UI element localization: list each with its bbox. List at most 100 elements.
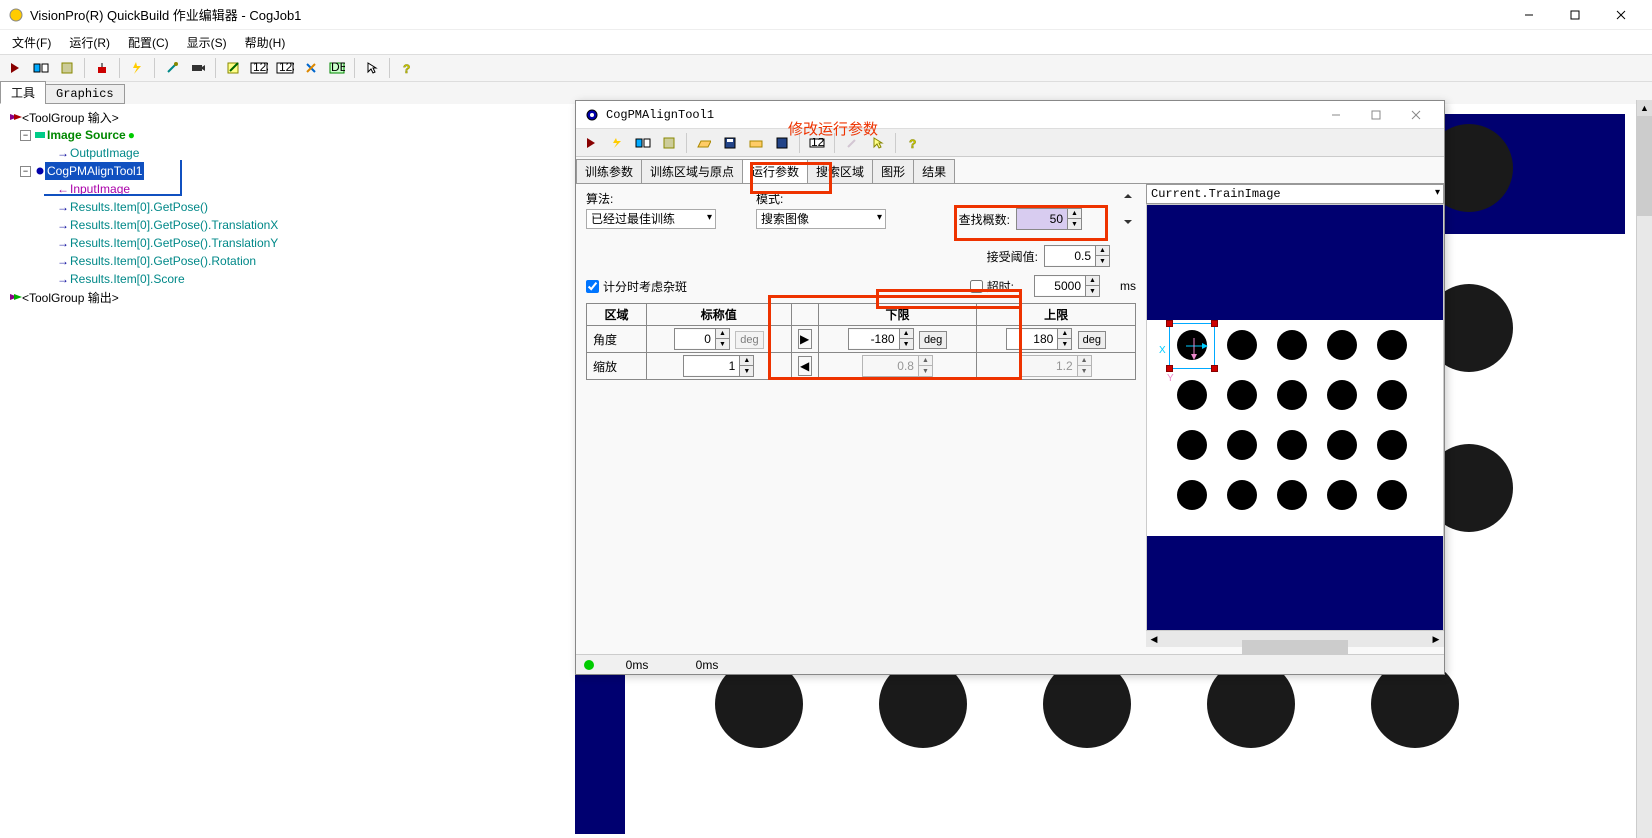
- accept-threshold-label: 接受阈值:: [987, 248, 1038, 265]
- deg-unit[interactable]: deg: [1078, 331, 1106, 349]
- disk-icon[interactable]: [719, 132, 741, 154]
- expand-right-icon[interactable]: ▶: [798, 329, 812, 349]
- tree-output-image[interactable]: → OutputImage: [4, 144, 571, 162]
- pointer-icon[interactable]: [361, 57, 383, 79]
- toggle-icon[interactable]: [30, 57, 52, 79]
- camera-icon[interactable]: [187, 57, 209, 79]
- help-icon[interactable]: ?: [396, 57, 418, 79]
- upper-header: 上限: [977, 304, 1136, 326]
- tree-results-getpose[interactable]: → Results.Item[0].GetPose(): [4, 198, 571, 216]
- algorithm-select[interactable]: 已经过最佳训练: [586, 209, 716, 229]
- scale-lower-input[interactable]: ▲▼: [862, 355, 933, 377]
- edit-icon[interactable]: [222, 57, 244, 79]
- menu-help[interactable]: 帮助(H): [237, 32, 294, 53]
- save-icon[interactable]: [658, 132, 680, 154]
- run-params-form: 算法: 已经过最佳训练 模式: 搜索图像 查找概数: ▲▼: [576, 184, 1146, 647]
- menu-run[interactable]: 运行(R): [61, 32, 118, 53]
- counter-icon[interactable]: 123: [806, 132, 828, 154]
- tab-train-params[interactable]: 训练参数: [576, 159, 642, 183]
- main-scrollbar[interactable]: ▲: [1636, 100, 1652, 838]
- tree-image-source[interactable]: − Image Source ●: [4, 126, 571, 144]
- paint-icon[interactable]: [161, 57, 183, 79]
- db-icon[interactable]: DB6: [326, 57, 348, 79]
- wand-icon[interactable]: [841, 132, 863, 154]
- train-image-canvas[interactable]: X Y: [1146, 204, 1444, 631]
- angle-label: 角度: [587, 326, 647, 353]
- deg-unit[interactable]: deg: [919, 331, 947, 349]
- train-region-overlay[interactable]: [1169, 323, 1215, 369]
- tree-results-translationx[interactable]: → Results.Item[0].GetPose().TranslationX: [4, 216, 571, 234]
- scroll-up-icon[interactable]: ▲: [1637, 100, 1652, 116]
- tree-cogpmaligntool[interactable]: − CogPMAlignTool1: [4, 162, 571, 180]
- collapse-icon[interactable]: −: [20, 166, 31, 177]
- tree-results-score[interactable]: → Results.Item[0].Score: [4, 270, 571, 288]
- tree-panel: <ToolGroup 输入> − Image Source ● → Output…: [0, 104, 575, 838]
- angle-nominal-input[interactable]: ▲▼: [674, 328, 730, 350]
- collapse-icon[interactable]: −: [20, 130, 31, 141]
- tree-results-rotation[interactable]: → Results.Item[0].GetPose().Rotation: [4, 252, 571, 270]
- flash-icon[interactable]: [126, 57, 148, 79]
- menubar: 文件(F) 运行(R) 配置(C) 显示(S) 帮助(H): [0, 30, 1652, 54]
- image-viewer-panel: Current.TrainImage: [1146, 184, 1444, 647]
- maximize-button[interactable]: [1552, 0, 1598, 30]
- menu-file[interactable]: 文件(F): [4, 32, 59, 53]
- window-title: VisionPro(R) QuickBuild 作业编辑器 - CogJob1: [30, 5, 1506, 24]
- child-maximize-button[interactable]: [1356, 100, 1396, 130]
- main-titlebar: VisionPro(R) QuickBuild 作业编辑器 - CogJob1: [0, 0, 1652, 30]
- timeout-input[interactable]: ▲▼: [1034, 275, 1100, 297]
- timeout-checkbox[interactable]: 超时:: [970, 278, 1014, 295]
- deg-unit[interactable]: deg: [735, 331, 763, 349]
- child-close-button[interactable]: [1396, 100, 1436, 130]
- help-icon[interactable]: ?: [902, 132, 924, 154]
- svg-text:123: 123: [253, 62, 268, 74]
- child-toolbar: 123 ?: [576, 129, 1444, 157]
- disk2-icon[interactable]: [771, 132, 793, 154]
- toggle-icon[interactable]: [632, 132, 654, 154]
- scale-nominal-input[interactable]: ▲▼: [683, 355, 754, 377]
- tree-results-translationy[interactable]: → Results.Item[0].GetPose().TranslationY: [4, 234, 571, 252]
- tree-toolgroup-output[interactable]: <ToolGroup 输出>: [4, 288, 571, 306]
- run-icon[interactable]: [580, 132, 602, 154]
- mode-select[interactable]: 搜索图像: [756, 209, 886, 229]
- counter-icon[interactable]: 123: [248, 57, 270, 79]
- save-icon[interactable]: [56, 57, 78, 79]
- menu-display[interactable]: 显示(S): [179, 32, 235, 53]
- scale-upper-input[interactable]: ▲▼: [1021, 355, 1092, 377]
- expand-icon[interactable]: [1122, 190, 1134, 230]
- image-source-select[interactable]: Current.TrainImage: [1146, 184, 1444, 204]
- angle-lower-input[interactable]: ▲▼: [848, 328, 914, 350]
- child-window: CogPMAlignTool1 123 ? 训练参数 训练区域与原点 运行参数 …: [575, 100, 1445, 675]
- nominal-header: 标称值: [647, 304, 792, 326]
- pointer2-icon[interactable]: [867, 132, 889, 154]
- region-table: 区域 标称值 下限 上限 角度 ▲▼ deg ▶: [586, 303, 1136, 380]
- horiz-scrollbar[interactable]: ◀ ▶: [1146, 631, 1444, 647]
- tab-train-region[interactable]: 训练区域与原点: [641, 159, 743, 183]
- minimize-button[interactable]: [1506, 0, 1552, 30]
- tree-input-image[interactable]: ← InputImage: [4, 180, 571, 198]
- collapse-left-icon[interactable]: ◀: [798, 356, 812, 376]
- run-icon[interactable]: [4, 57, 26, 79]
- find-count-input[interactable]: ▲▼: [1016, 208, 1082, 230]
- accept-threshold-input[interactable]: ▲▼: [1044, 245, 1110, 267]
- tree-toolgroup-input[interactable]: <ToolGroup 输入>: [4, 108, 571, 126]
- counter2-icon[interactable]: 123: [274, 57, 296, 79]
- svg-text:?: ?: [403, 62, 410, 75]
- settings-icon[interactable]: [300, 57, 322, 79]
- score-clutter-checkbox[interactable]: 计分时考虑杂斑: [586, 278, 687, 295]
- tab-results[interactable]: 结果: [913, 159, 955, 183]
- tab-graphics[interactable]: 图形: [872, 159, 914, 183]
- child-minimize-button[interactable]: [1316, 100, 1356, 130]
- flash-icon[interactable]: [606, 132, 628, 154]
- child-tabs: 训练参数 训练区域与原点 运行参数 搜索区域 图形 结果: [576, 159, 1444, 184]
- svg-text:123: 123: [811, 138, 825, 148]
- tab-graphics[interactable]: Graphics: [45, 84, 125, 104]
- tool-add-icon[interactable]: [91, 57, 113, 79]
- folder-icon[interactable]: [745, 132, 767, 154]
- tab-search-region[interactable]: 搜索区域: [807, 159, 873, 183]
- tab-tools[interactable]: 工具: [0, 81, 46, 104]
- close-button[interactable]: [1598, 0, 1644, 30]
- angle-upper-input[interactable]: ▲▼: [1006, 328, 1072, 350]
- open-icon[interactable]: [693, 132, 715, 154]
- menu-config[interactable]: 配置(C): [120, 32, 177, 53]
- tab-run-params[interactable]: 运行参数: [742, 159, 808, 183]
